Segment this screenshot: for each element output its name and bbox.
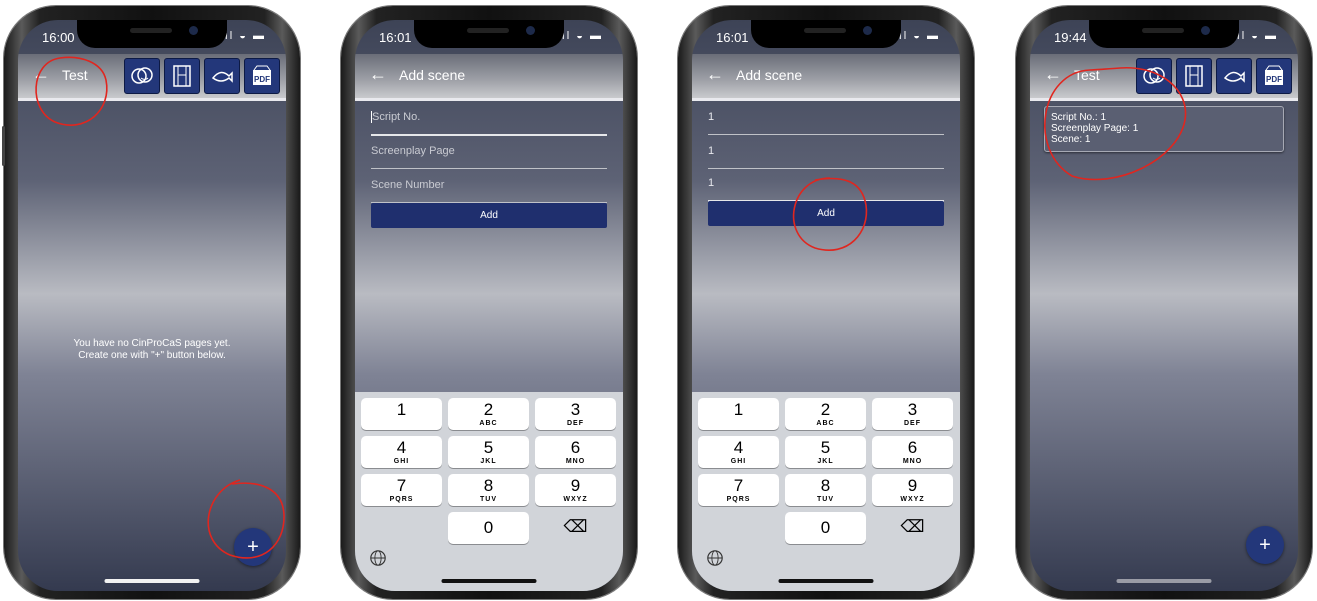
scene-number-placeholder: Scene Number: [371, 179, 445, 191]
status-time: 16:00: [42, 30, 75, 45]
delete-key-icon[interactable]: ⌫: [535, 512, 616, 544]
add-page-button[interactable]: +: [234, 528, 272, 566]
numeric-keypad: 1 2 ABC 3 DEF 4 GHI 5 JKL 6 MNO 7 PQRS 8 TUV 9W…: [692, 392, 960, 591]
screen-project-empty: 16:00 .ıl ◒ ▬ ← Test PDF You have no Cin…: [18, 20, 286, 591]
notch: [414, 20, 564, 48]
card-script-no: Script No.: 1: [1051, 112, 1107, 123]
back-arrow-icon[interactable]: ←: [706, 65, 724, 83]
home-indicator: [778, 579, 874, 583]
script-no-field[interactable]: 1: [708, 100, 944, 135]
back-arrow-icon[interactable]: ←: [32, 65, 50, 83]
scene-card[interactable]: Script No.: 1 Screenplay Page: 1 Scene: …: [1044, 106, 1284, 152]
pdf-icon[interactable]: PDF: [244, 58, 280, 94]
pdf-icon-text: PDF: [1266, 75, 1282, 84]
screen-project-with-card: 19:44 .ıl ◒ ▬ ← Test PDF Script No.: 1 S…: [1030, 20, 1298, 591]
empty-state-message: You have no CinProCaS pages yet. Create …: [18, 338, 286, 362]
add-scene-button[interactable]: Add: [708, 201, 944, 226]
home-indicator: [1116, 579, 1212, 583]
key-4[interactable]: 4 GHI: [361, 436, 442, 468]
key-9[interactable]: 9 WXYZ: [872, 474, 953, 506]
key-0[interactable]: 0: [785, 512, 866, 544]
phone-frame-3: 16:01 .ıl ◒ ▬ ← Add scene 1 1 1 Add 1 2A…: [678, 6, 974, 599]
key-3[interactable]: 3 DEF: [535, 398, 616, 430]
key-9[interactable]: 9 WXYZ: [535, 474, 616, 506]
scene-number-field[interactable]: Scene Number: [371, 168, 607, 203]
page-title: Test: [62, 67, 88, 83]
key-1[interactable]: 1: [361, 398, 442, 430]
pdf-icon-text: PDF: [254, 75, 270, 84]
masks-icon[interactable]: [1136, 58, 1172, 94]
key-7[interactable]: 7 PQRS: [361, 474, 442, 506]
script-no-placeholder: Script No.: [372, 111, 421, 123]
status-time: 16:01: [379, 30, 412, 45]
globe-icon[interactable]: [706, 549, 724, 567]
page-title: Add scene: [736, 67, 803, 83]
phone-frame-4: 19:44 .ıl ◒ ▬ ← Test PDF Script No.: 1 S…: [1016, 6, 1312, 599]
add-page-button[interactable]: +: [1246, 526, 1284, 564]
card-scene: Scene: 1: [1051, 134, 1091, 145]
status-time: 16:01: [716, 30, 749, 45]
app-bar: ← Test PDF: [1030, 54, 1298, 101]
film-strip-icon[interactable]: [164, 58, 200, 94]
screenplay-page-placeholder: Screenplay Page: [371, 145, 455, 157]
page-title: Test: [1074, 67, 1100, 83]
empty-line-1: You have no CinProCaS pages yet.: [73, 338, 231, 349]
phone-frame-1: 16:00 .ıl ◒ ▬ ← Test PDF You have no Cin…: [2, 6, 300, 599]
status-time: 19:44: [1054, 30, 1087, 45]
film-strip-icon[interactable]: [1176, 58, 1212, 94]
phone-frame-2: 16:01 .ıl ◒ ▬ ← Add scene Script No. Scr…: [341, 6, 637, 599]
fish-icon[interactable]: [204, 58, 240, 94]
delete-key-icon[interactable]: ⌫: [872, 512, 953, 544]
key-8[interactable]: 8 TUV: [785, 474, 866, 506]
masks-icon[interactable]: [124, 58, 160, 94]
key-8[interactable]: 8 TUV: [448, 474, 529, 506]
key-6[interactable]: 6 MNO: [535, 436, 616, 468]
home-indicator: [104, 579, 200, 583]
screen-add-scene-filled: 16:01 .ıl ◒ ▬ ← Add scene 1 1 1 Add 1 2A…: [692, 20, 960, 591]
key-0[interactable]: 0: [448, 512, 529, 544]
card-screenplay-page: Screenplay Page: 1: [1051, 123, 1139, 134]
scene-number-field[interactable]: 1: [708, 166, 944, 202]
add-scene-button[interactable]: Add: [371, 203, 607, 228]
toolbar: PDF: [124, 58, 280, 94]
script-no-field[interactable]: Script No.: [371, 100, 607, 136]
key-1[interactable]: 1: [698, 398, 779, 430]
key-7[interactable]: 7 PQRS: [698, 474, 779, 506]
page-title: Add scene: [399, 67, 466, 83]
notch: [77, 20, 227, 48]
screenplay-page-field[interactable]: 1: [708, 134, 944, 169]
notch: [1089, 20, 1239, 48]
back-arrow-icon[interactable]: ←: [369, 65, 387, 83]
notch: [751, 20, 901, 48]
key-2[interactable]: 2 ABC: [785, 398, 866, 430]
app-bar: ← Test PDF: [18, 54, 286, 101]
toolbar: PDF: [1136, 58, 1292, 94]
empty-line-2: Create one with "+" button below.: [78, 350, 226, 361]
numeric-keypad: 1 2 ABC 3 DEF 4 GHI 5 JKL 6 MNO 7 PQRS 8 TUV 9W…: [355, 392, 623, 591]
key-5[interactable]: 5 JKL: [785, 436, 866, 468]
globe-icon[interactable]: [369, 549, 387, 567]
key-3[interactable]: 3 DEF: [872, 398, 953, 430]
key-6[interactable]: 6 MNO: [872, 436, 953, 468]
key-4[interactable]: 4 GHI: [698, 436, 779, 468]
back-arrow-icon[interactable]: ←: [1044, 65, 1062, 83]
app-bar: ← Add scene: [692, 54, 960, 101]
app-bar: ← Add scene: [355, 54, 623, 101]
pdf-icon[interactable]: PDF: [1256, 58, 1292, 94]
screen-add-scene-empty: 16:01 .ıl ◒ ▬ ← Add scene Script No. Scr…: [355, 20, 623, 591]
home-indicator: [441, 579, 537, 583]
fish-icon[interactable]: [1216, 58, 1252, 94]
key-5[interactable]: 5 JKL: [448, 436, 529, 468]
screenplay-page-field[interactable]: Screenplay Page: [371, 134, 607, 169]
key-2[interactable]: 2 ABC: [448, 398, 529, 430]
